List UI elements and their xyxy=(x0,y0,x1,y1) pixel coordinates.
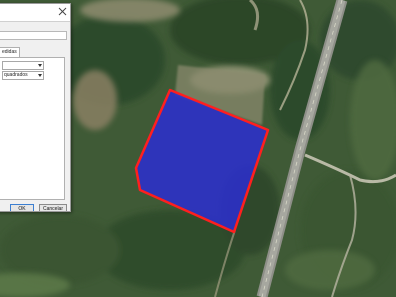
tab-panel: quadrados xyxy=(0,57,65,200)
properties-dialog: edidas quadrados OK Cancelar xyxy=(0,3,71,212)
length-unit-select[interactable] xyxy=(2,61,44,70)
chevron-down-icon xyxy=(38,64,42,67)
name-input[interactable] xyxy=(0,31,67,40)
tab-measurements[interactable]: edidas xyxy=(0,47,20,57)
cancel-button[interactable]: Cancelar xyxy=(39,204,67,211)
close-icon[interactable] xyxy=(58,7,67,16)
area-unit-value: quadrados xyxy=(4,72,28,78)
dialog-titlebar xyxy=(0,4,70,22)
chevron-down-icon xyxy=(38,74,42,77)
area-unit-select[interactable]: quadrados xyxy=(2,71,44,80)
ok-button[interactable]: OK xyxy=(10,204,34,211)
